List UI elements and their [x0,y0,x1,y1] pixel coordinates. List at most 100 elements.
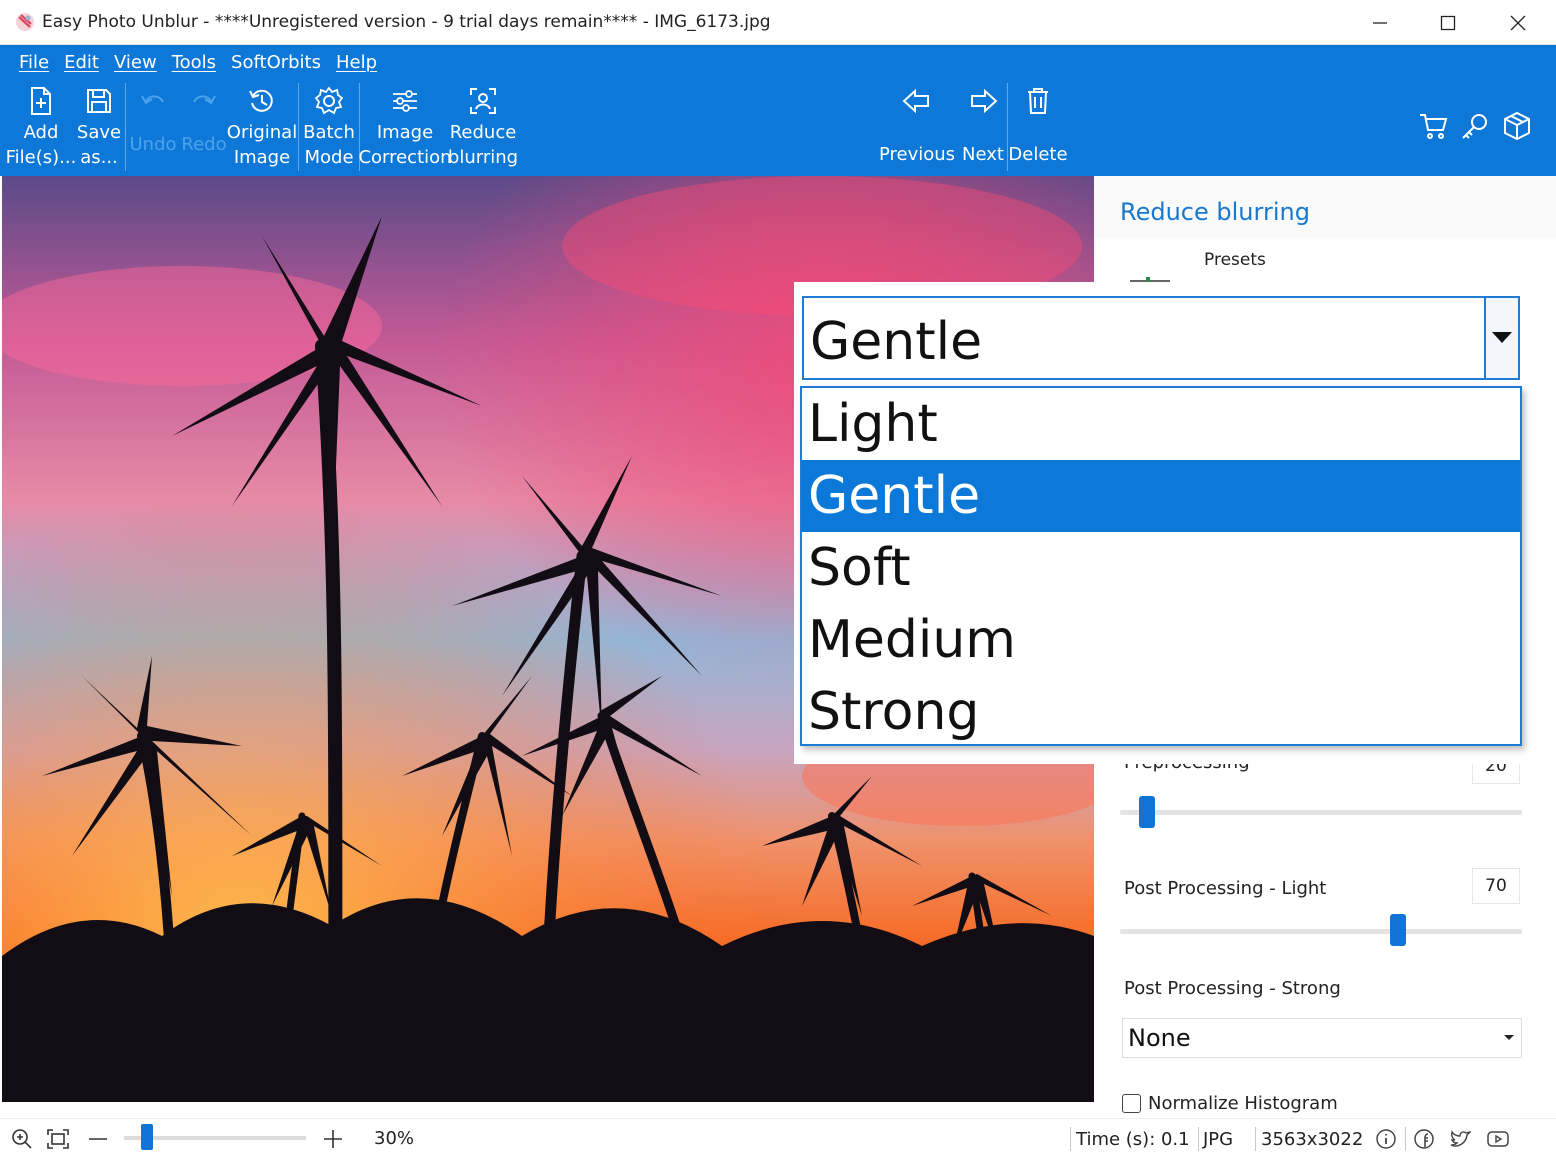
maximize-button[interactable] [1414,0,1482,45]
zoom-slider-thumb[interactable] [141,1124,153,1150]
previous-button[interactable]: Previous [878,82,956,165]
original-label-2: Image [233,147,291,168]
post-light-slider-thumb[interactable] [1390,914,1407,946]
next-button[interactable]: Next [962,82,1004,165]
panel-title: Reduce blurring [1120,198,1310,226]
undo-button[interactable]: Undo [129,82,177,157]
redo-button[interactable]: Redo [181,82,227,157]
redo-label: Redo [181,134,227,155]
ribbon: File Edit View Tools SoftOrbits Help Add… [0,45,1556,176]
save-label-2: as... [80,147,118,168]
post-light-slider-track[interactable] [1120,929,1522,934]
gear-icon [312,82,346,120]
preset-selected-value: Gentle [810,312,983,372]
youtube-icon[interactable] [1486,1128,1510,1150]
menu-help[interactable]: Help [329,52,385,76]
preset-option-medium[interactable]: Medium [802,604,1520,676]
batch-label-1: Batch [303,122,355,143]
app-logo-icon [16,13,34,31]
dropdown-arrow-icon[interactable] [1484,298,1518,378]
save-icon [82,82,116,120]
zoom-level: 30% [374,1128,415,1149]
history-icon [245,82,279,120]
add-label-1: Add [23,122,59,143]
minimize-button[interactable] [1346,0,1414,45]
original-label-1: Original [226,122,298,143]
preset-dropdown-callout: Gentle Light Gentle Soft Medium Strong [794,282,1528,764]
add-label-2: File(s)... [5,147,77,168]
cart-icon[interactable] [1418,111,1448,141]
undo-label: Undo [129,134,177,155]
post-light-value[interactable]: 70 [1472,868,1520,904]
sliders-icon [388,82,422,120]
package-icon[interactable] [1502,111,1532,141]
add-file-icon [24,82,58,120]
preprocessing-slider-track[interactable] [1120,810,1522,815]
reduce-blurring-button[interactable]: Reduce blurring [447,82,519,170]
image-format: JPG [1203,1129,1234,1150]
preset-options-list: Light Gentle Soft Medium Strong [800,386,1522,746]
save-label-1: Save [76,122,122,143]
original-image-button[interactable]: Original Image [226,82,298,170]
menu-edit[interactable]: Edit [57,52,107,76]
batch-mode-button[interactable]: Batch Mode [303,82,355,170]
focus-person-icon [466,82,500,120]
minimize-icon [1373,21,1387,24]
menu-file[interactable]: File [12,52,57,76]
post-strong-label: Post Processing - Strong [1124,978,1341,999]
toolbar-separator [298,83,299,171]
status-separator [1070,1127,1071,1151]
toolbar-separator [125,83,126,171]
arrow-right-icon [966,82,1000,120]
zoom-out-icon[interactable] [88,1128,108,1150]
zoom-fit-icon[interactable] [11,1128,33,1150]
fit-screen-icon[interactable] [46,1128,70,1150]
add-files-button[interactable]: Add File(s)... [6,82,76,170]
ribbon-right-icons [1418,111,1532,141]
chevron-down-icon [1504,1035,1514,1040]
reduce-blurring-label-2: blurring [447,147,519,168]
preset-option-light[interactable]: Light [802,388,1520,460]
image-dimensions: 3563x3022 [1261,1129,1364,1150]
batch-label-2: Mode [304,147,354,168]
image-correction-button[interactable]: Image Correction [358,82,452,170]
delete-button[interactable]: Delete [1008,82,1068,165]
menu-tools[interactable]: Tools [165,52,224,76]
processing-time: Time (s): 0.1 [1076,1129,1190,1150]
preset-option-soft[interactable]: Soft [802,532,1520,604]
trash-icon [1021,82,1055,120]
delete-label: Delete [1008,144,1068,165]
twitter-icon[interactable] [1449,1128,1471,1150]
next-label: Next [962,144,1004,165]
redo-icon [187,82,221,120]
menu-view[interactable]: View [107,52,165,76]
post-light-label: Post Processing - Light [1124,878,1327,899]
preset-combobox[interactable]: Gentle [802,296,1520,380]
status-separator [1198,1127,1199,1151]
key-icon[interactable] [1460,111,1490,141]
title-bar: Easy Photo Unblur - ****Unregistered ver… [0,0,1556,45]
preset-option-strong[interactable]: Strong [802,676,1520,748]
normalize-histogram-checkbox[interactable] [1122,1094,1141,1113]
panel-header: Reduce blurring [1094,176,1556,238]
menu-softorbits[interactable]: SoftOrbits [224,52,329,76]
preprocessing-slider-thumb[interactable] [1139,796,1156,828]
post-strong-select[interactable]: None [1122,1018,1522,1058]
facebook-icon[interactable] [1413,1128,1435,1150]
menu-bar: File Edit View Tools SoftOrbits Help [12,52,385,76]
post-strong-selected-value: None [1128,1024,1191,1052]
zoom-in-icon[interactable] [323,1128,343,1150]
preset-option-gentle[interactable]: Gentle [802,460,1520,532]
info-icon[interactable] [1375,1128,1397,1150]
status-separator [1405,1127,1406,1151]
previous-label: Previous [878,144,956,165]
status-bar: 30% Time (s): 0.1 JPG 3563x3022 [0,1118,1556,1157]
normalize-histogram-row[interactable]: Normalize Histogram [1122,1093,1338,1114]
presets-label: Presets [1204,250,1266,270]
maximize-icon [1440,15,1456,30]
window-title: Easy Photo Unblur - ****Unregistered ver… [42,12,771,32]
close-icon [1510,15,1526,30]
save-as-button[interactable]: Save as... [76,82,122,170]
image-correction-label-1: Image [376,122,434,143]
close-button[interactable] [1484,0,1552,45]
